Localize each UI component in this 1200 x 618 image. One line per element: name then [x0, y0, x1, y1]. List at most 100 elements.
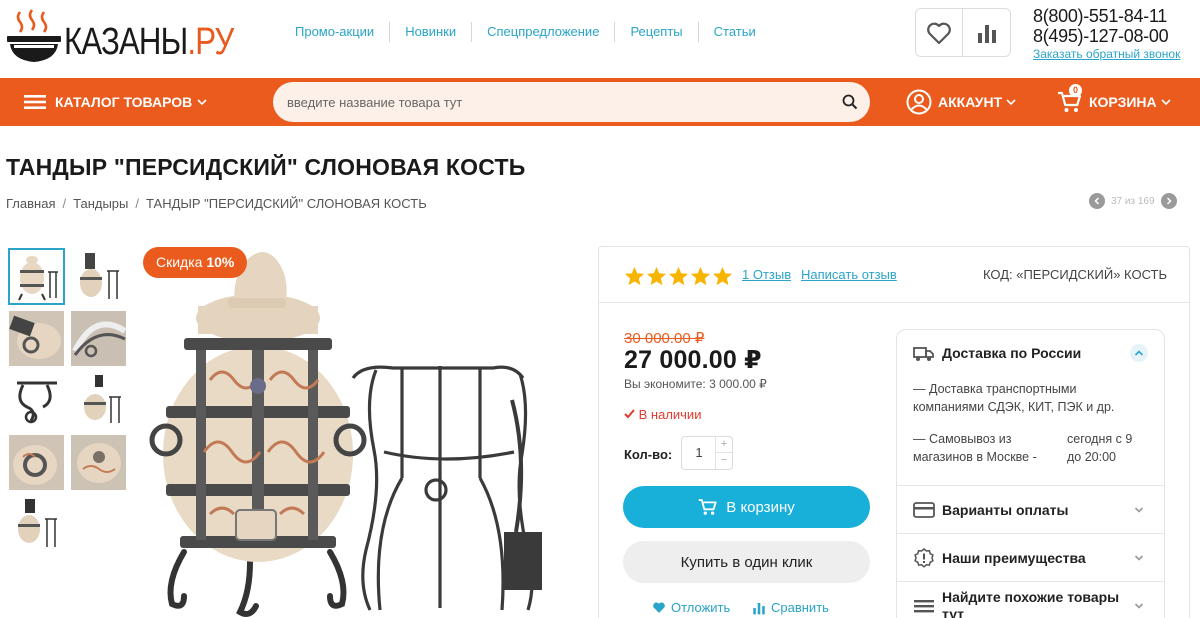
wishlist-button[interactable] [916, 9, 964, 56]
chevron-down-icon [1161, 99, 1171, 106]
accordion-payment[interactable]: Варианты оплаты [897, 487, 1164, 533]
thumbnail-image[interactable] [8, 372, 65, 429]
savings-text: Вы экономите: 3 000.00 ₽ [624, 377, 767, 391]
phone-2[interactable]: 8(495)-127-08-00 [1033, 26, 1198, 46]
quantity-decrease-button[interactable]: − [716, 453, 732, 469]
next-product-button[interactable] [1160, 193, 1177, 209]
pickup-text: — Самовывоз из магазинов в Москве - [913, 432, 1037, 464]
breadcrumb-current: ТАНДЫР "ПЕРСИДСКИЙ" СЛОНОВАЯ КОСТЬ [146, 196, 427, 211]
quantity-stepper: 1 + − [681, 436, 733, 470]
nav-link-articles[interactable]: Статьи [699, 22, 771, 42]
nav-link-new[interactable]: Новинки [390, 22, 473, 42]
defer-button[interactable]: Отложить [652, 600, 730, 615]
catalog-label: КАТАЛОГ ТОВАРОВ [55, 94, 193, 110]
stock-status: В наличии [624, 407, 701, 422]
top-header: КАЗАНЫ.РУ Промо-акции Новинки Спецпредло… [0, 0, 1200, 78]
heart-icon [653, 602, 665, 613]
chevron-right-icon [1166, 197, 1172, 205]
account-menu-button[interactable]: АККАУНТ [906, 89, 1017, 115]
badge-exclamation-icon [914, 548, 934, 568]
chevron-down-icon [1006, 99, 1016, 106]
cart-label: КОРЗИНА [1089, 94, 1157, 110]
discount-value: 10% [206, 254, 235, 270]
add-to-cart-button[interactable]: В корзину [623, 486, 870, 528]
logo-text: КАЗАНЫ [64, 21, 188, 63]
cart-count-badge: 0 [1069, 84, 1082, 97]
quantity-label: Кол-во: [624, 447, 673, 462]
catalog-menu-button[interactable]: КАТАЛОГ ТОВАРОВ [24, 92, 208, 112]
cart-icon [699, 499, 717, 515]
thumbnail-image[interactable] [70, 372, 127, 429]
thumbnail-image[interactable] [70, 310, 127, 367]
accordion-delivery[interactable]: Доставка по России [897, 330, 1164, 376]
accordion-advantages[interactable]: Наши преимущества [897, 535, 1164, 581]
list-icon [914, 600, 934, 613]
rating-stars [624, 266, 733, 286]
check-icon [624, 409, 635, 419]
reviews-link[interactable]: 1 Отзыв [742, 267, 791, 282]
top-nav: Промо-акции Новинки Спецпредложение Реце… [280, 22, 771, 42]
compare-button[interactable] [963, 9, 1010, 56]
current-price: 27 000.00 ₽ [624, 346, 762, 374]
nav-link-recipes[interactable]: Рецепты [615, 22, 699, 42]
pickup-hours: сегодня с 9 до 20:00 [1067, 432, 1133, 464]
nav-link-promo[interactable]: Промо-акции [280, 22, 391, 42]
product-sku: КОД: «ПЕРСИДСКИЙ» КОСТЬ [982, 267, 1167, 282]
delivery-title: Доставка по России [942, 345, 1082, 361]
site-logo[interactable]: КАЗАНЫ.РУ [6, 8, 234, 66]
cart-menu-button[interactable]: 0 КОРЗИНА [1057, 84, 1172, 115]
chevron-down-icon [1130, 597, 1148, 615]
bar-chart-icon [977, 24, 996, 43]
phone-1[interactable]: 8(800)-551-84-11 [1033, 6, 1198, 26]
accordion-similar[interactable]: Найдите похожие товары тут [897, 583, 1164, 618]
star-icon [690, 266, 711, 286]
callback-link[interactable]: Заказать обратный звонок [1033, 47, 1198, 61]
delivery-text: — Доставка транспортными компаниями СДЭК… [913, 382, 1115, 414]
buy-panel: 1 Отзыв Написать отзыв КОД: «ПЕРСИДСКИЙ»… [598, 246, 1190, 618]
breadcrumb-tandyry[interactable]: Тандыры [73, 196, 128, 211]
write-review-link[interactable]: Написать отзыв [801, 267, 897, 282]
product-image[interactable] [140, 240, 580, 618]
breadcrumb-home[interactable]: Главная [6, 196, 55, 211]
thumbnail-image[interactable] [8, 434, 65, 491]
thumbnail-image[interactable] [8, 496, 65, 553]
product-pager: 37 из 169 [1089, 193, 1177, 209]
add-to-cart-label: В корзину [726, 498, 795, 516]
thumbnail-image[interactable] [70, 434, 127, 491]
quantity-increase-button[interactable]: + [716, 437, 732, 453]
user-icon [906, 89, 932, 115]
page-title: ТАНДЫР "ПЕРСИДСКИЙ" СЛОНОВАЯ КОСТЬ [6, 154, 526, 180]
chevron-down-icon [1130, 501, 1148, 519]
pager-text: 37 из 169 [1111, 195, 1155, 207]
wishlist-compare-box [915, 8, 1011, 57]
prev-product-button[interactable] [1089, 193, 1105, 209]
info-accordion: Доставка по России — Доставка транспортн… [896, 329, 1165, 618]
quantity-input[interactable]: 1 [682, 437, 716, 469]
search-button[interactable] [838, 90, 862, 114]
star-icon [712, 266, 733, 286]
logo-suffix: .РУ [187, 21, 234, 63]
kazan-logo-icon [7, 9, 61, 62]
chevron-down-icon [197, 99, 207, 106]
search-input[interactable] [287, 82, 827, 122]
buy-one-click-button[interactable]: Купить в один клик [623, 541, 870, 583]
similar-title: Найдите похожие товары тут [942, 589, 1120, 618]
phone-block: 8(800)-551-84-11 8(495)-127-08-00 Заказа… [1033, 6, 1198, 61]
hamburger-icon [24, 95, 46, 109]
star-icon [668, 266, 689, 286]
thumbnail-image[interactable] [8, 310, 65, 367]
stock-label: В наличии [638, 407, 702, 422]
thumbnail-image[interactable] [70, 248, 127, 305]
buy-one-click-label: Купить в один клик [680, 553, 813, 571]
compare-label: Сравнить [771, 600, 829, 615]
thumbnail-image[interactable] [8, 248, 65, 305]
truck-icon [913, 347, 934, 361]
nav-link-special[interactable]: Спецпредложение [472, 22, 616, 42]
payment-title: Варианты оплаты [942, 502, 1069, 518]
discount-prefix: Скидка [156, 254, 203, 270]
advantages-title: Наши преимущества [942, 550, 1086, 566]
compare-link[interactable]: Сравнить [752, 600, 829, 615]
chevron-left-icon [1094, 197, 1100, 205]
rating-row: 1 Отзыв Написать отзыв КОД: «ПЕРСИДСКИЙ»… [599, 247, 1189, 303]
chevron-down-icon [1130, 549, 1148, 567]
